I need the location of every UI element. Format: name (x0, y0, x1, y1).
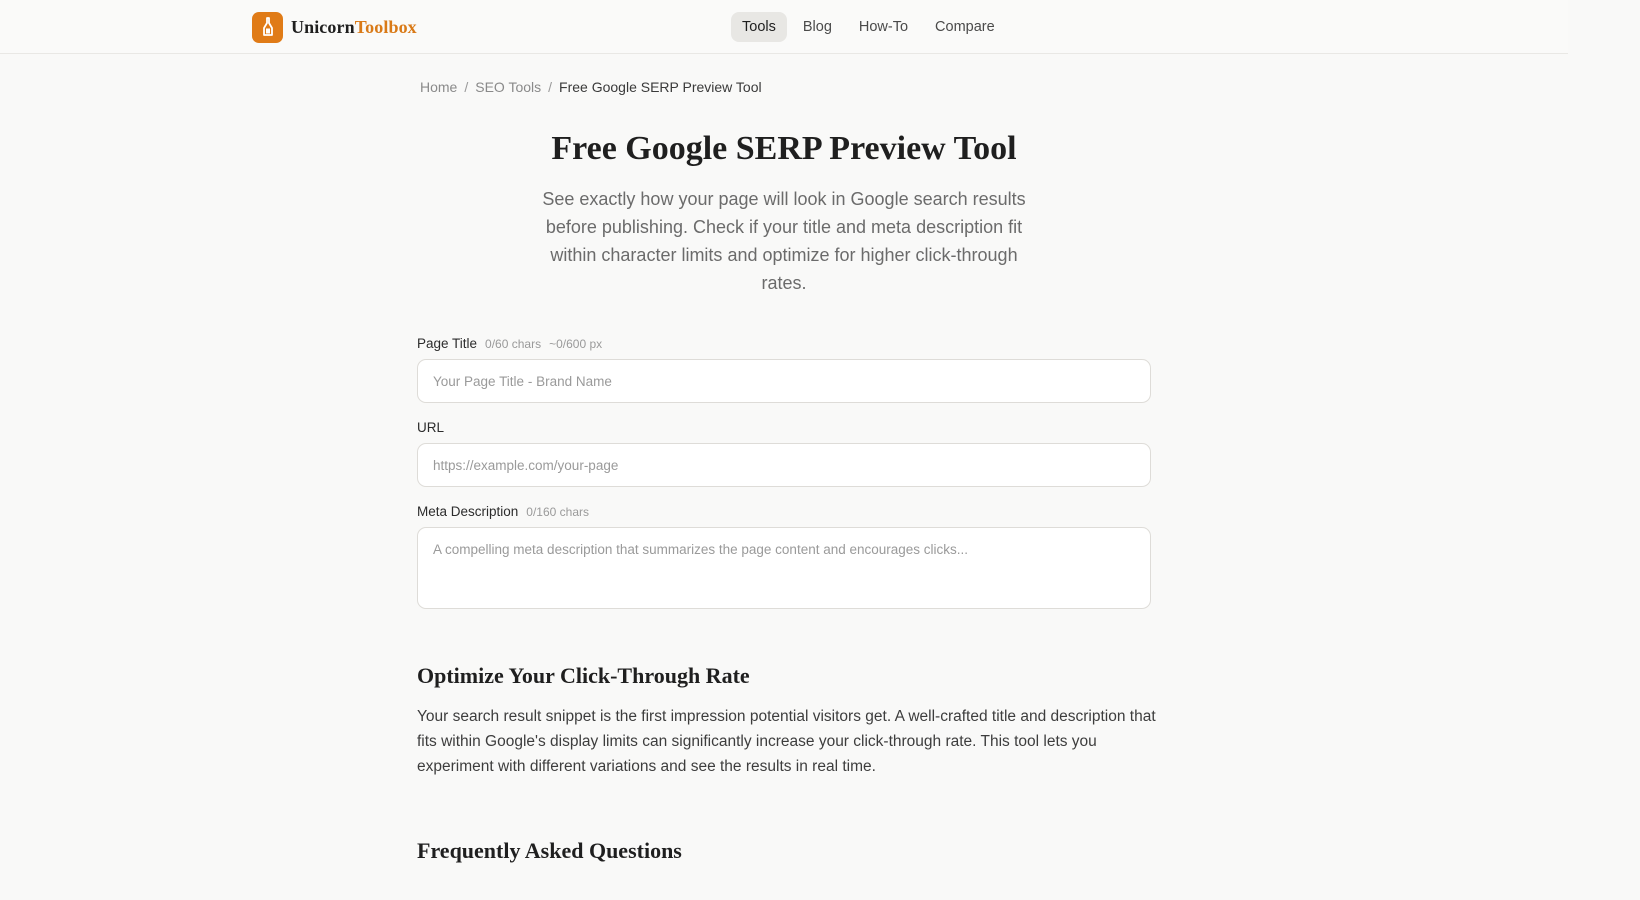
url-label-row: URL (417, 420, 444, 435)
breadcrumb-home[interactable]: Home (420, 79, 457, 95)
breadcrumb-current: Free Google SERP Preview Tool (559, 79, 762, 95)
nav-item-blog[interactable]: Blog (792, 12, 843, 42)
nav-item-how-to[interactable]: How-To (848, 12, 919, 42)
faq-title: Frequently Asked Questions (417, 838, 682, 863)
nav-item-compare[interactable]: Compare (924, 12, 1006, 42)
nav-item-tools[interactable]: Tools (731, 11, 787, 42)
breadcrumb-separator: / (464, 79, 469, 95)
breadcrumb: Home / SEO Tools / Free Google SERP Prev… (420, 79, 762, 95)
bottle-icon (252, 11, 283, 43)
brand-name-part1: Unicorn (291, 16, 355, 37)
site-header: UnicornToolbox Tools Blog How-To Compare (0, 0, 1568, 54)
url-label: URL (417, 420, 445, 435)
breadcrumb-separator: / (548, 79, 553, 95)
meta-description-input[interactable] (417, 527, 1151, 609)
site-logo[interactable]: UnicornToolbox (252, 11, 417, 43)
meta-description-label: Meta Description (417, 504, 519, 519)
section-title: Optimize Your Click-Through Rate (417, 663, 750, 688)
brand-name-part2: Toolbox (354, 16, 417, 37)
brand-name: UnicornToolbox (291, 17, 417, 38)
page-title: Free Google SERP Preview Tool (551, 130, 1017, 167)
page-title-input[interactable] (417, 359, 1151, 403)
page-title-label: Page Title (417, 336, 478, 351)
meta-description-label-row: Meta Description 0/160 chars (417, 504, 589, 519)
page-title-label-row: Page Title 0/60 chars ~0/600 px (417, 336, 602, 351)
description-char-count: 0/160 chars (526, 505, 590, 519)
breadcrumb-seo-tools[interactable]: SEO Tools (475, 79, 541, 95)
url-input[interactable] (417, 443, 1151, 487)
title-px-count: ~0/600 px (549, 337, 603, 351)
page-subtitle: See exactly how your page will look in G… (542, 189, 1026, 293)
main-nav: Tools Blog How-To Compare (731, 11, 1011, 42)
section-body: Your search result snippet is the first … (417, 708, 1156, 775)
title-char-count: 0/60 chars (485, 337, 542, 351)
